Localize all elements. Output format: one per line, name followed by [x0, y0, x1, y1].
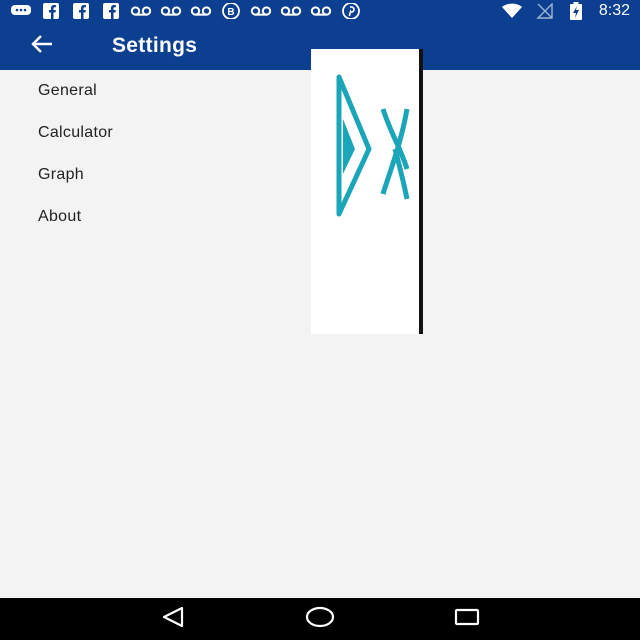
- svg-text:B: B: [227, 7, 234, 18]
- battery-charging-icon: [565, 2, 587, 20]
- page-title: Settings: [112, 34, 198, 57]
- dx-logo: [336, 74, 410, 217]
- settings-item-general[interactable]: General: [0, 70, 300, 112]
- blogger-icon: B: [220, 3, 242, 19]
- settings-item-label: General: [38, 82, 98, 99]
- wifi-icon: [501, 3, 523, 19]
- status-time: 8:32: [598, 2, 630, 19]
- voicemail-icon: [130, 3, 152, 19]
- app-logo-card: [311, 49, 423, 334]
- facebook-icon: [70, 3, 92, 19]
- voicemail-icon: [250, 3, 272, 19]
- settings-item-graph[interactable]: Graph: [0, 154, 300, 196]
- facebook-icon: [100, 3, 122, 19]
- home-circle-icon: [305, 606, 335, 633]
- no-signal-icon: [533, 3, 555, 19]
- message-icon: [10, 3, 32, 19]
- arrow-left-icon: [30, 34, 54, 59]
- app-screen: B 8:32 Settings General Calculator Graph…: [0, 0, 640, 640]
- settings-item-label: About: [38, 208, 82, 225]
- pinterest-icon: [340, 3, 362, 19]
- settings-item-label: Calculator: [38, 124, 114, 141]
- nav-back-button[interactable]: [153, 599, 193, 639]
- voicemail-icon: [160, 3, 182, 19]
- facebook-icon: [40, 3, 62, 19]
- navigation-bar: [0, 598, 640, 640]
- system-icons: 8:32: [501, 2, 630, 20]
- settings-item-about[interactable]: About: [0, 196, 300, 238]
- notification-icons: B: [10, 3, 501, 19]
- settings-item-calculator[interactable]: Calculator: [0, 112, 300, 154]
- settings-item-label: Graph: [38, 166, 84, 183]
- nav-home-button[interactable]: [300, 599, 340, 639]
- back-triangle-icon: [160, 606, 186, 633]
- settings-list: General Calculator Graph About: [0, 70, 300, 238]
- voicemail-icon: [190, 3, 212, 19]
- voicemail-icon: [310, 3, 332, 19]
- status-bar: B 8:32: [0, 0, 640, 22]
- back-button[interactable]: [12, 22, 72, 70]
- nav-recents-button[interactable]: [447, 599, 487, 639]
- voicemail-icon: [280, 3, 302, 19]
- recents-square-icon: [454, 607, 480, 632]
